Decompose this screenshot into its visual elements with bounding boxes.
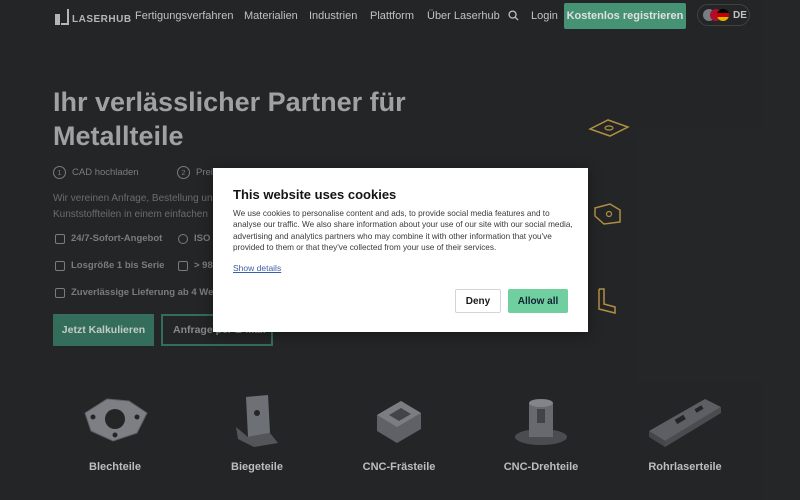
- sheet-metal-part-icon: [84, 398, 148, 442]
- feature-quote: > 98: [178, 260, 213, 271]
- laserhub-logo[interactable]: LASERHUB: [55, 8, 132, 25]
- cookie-dialog-body: We use cookies to personalise content an…: [233, 209, 573, 253]
- step-label: Prei: [196, 167, 213, 178]
- deny-button[interactable]: Deny: [455, 289, 501, 313]
- product-rohrlaserteile[interactable]: [620, 393, 750, 449]
- product-biegeteile[interactable]: [192, 393, 322, 449]
- floating-bracket-icon: [594, 203, 621, 225]
- certificate-icon: [178, 233, 188, 244]
- step-cad-upload: 1 CAD hochladen: [53, 166, 139, 179]
- feature-label: Zuverlässige Lieferung ab 4 We: [71, 287, 214, 298]
- allow-all-button[interactable]: Allow all: [508, 289, 568, 313]
- login-link[interactable]: Login: [531, 10, 558, 22]
- feature-label: > 98: [194, 260, 213, 271]
- step-label: CAD hochladen: [72, 167, 139, 178]
- nav-plattform[interactable]: Plattform: [370, 10, 414, 22]
- product-label-cnc-fraesteile[interactable]: CNC-Frästeile: [334, 461, 464, 473]
- feature-label: 24/7-Sofort-Angebot: [71, 233, 163, 244]
- truck-icon: [55, 287, 65, 298]
- feature-losgroesse: Losgröße 1 bis Serie: [55, 260, 164, 271]
- cookie-dialog-title: This website uses cookies: [233, 187, 397, 202]
- nav-industrien[interactable]: Industrien: [309, 10, 357, 22]
- boxes-icon: [55, 260, 65, 271]
- milled-part-icon: [377, 401, 421, 443]
- flags-icon: [703, 9, 729, 21]
- feature-lieferung: Zuverlässige Lieferung ab 4 We: [55, 287, 213, 298]
- tube-laser-part-icon: [649, 399, 721, 447]
- step-number: 1: [53, 166, 66, 179]
- calculate-button[interactable]: Jetzt Kalkulieren: [53, 314, 154, 346]
- hero-description: Wir vereinen Anfrage, Bestellung un Kuns…: [53, 191, 223, 223]
- product-label-rohrlaserteile[interactable]: Rohrlaserteile: [620, 461, 750, 473]
- language-selector[interactable]: DE: [697, 4, 750, 26]
- product-label-biegeteile[interactable]: Biegeteile: [192, 461, 322, 473]
- nav-materialien[interactable]: Materialien: [244, 10, 298, 22]
- hero-title: Ihr verlässlicher Partner für Metallteil…: [53, 87, 406, 151]
- logo-text: LASERHUB: [72, 14, 132, 25]
- bent-part-icon: [236, 395, 278, 447]
- feature-label: Losgröße 1 bis Serie: [71, 260, 165, 271]
- show-details-link[interactable]: Show details: [233, 263, 281, 273]
- product-blechteile[interactable]: [50, 393, 180, 445]
- product-label-blechteile[interactable]: Blechteile: [50, 461, 180, 473]
- floating-angle-icon: [598, 288, 616, 314]
- step-number: 2: [177, 166, 190, 179]
- product-cnc-fraesteile[interactable]: [334, 393, 464, 449]
- feature-label: ISO: [194, 233, 211, 244]
- lightning-icon: [55, 233, 65, 244]
- site-header: LASERHUB Fertigungsverfahren Materialien…: [0, 0, 800, 34]
- description-line: Kunststoffteilen in einem einfachen: [53, 209, 208, 220]
- turned-part-icon: [515, 399, 567, 445]
- nav-fertigungsverfahren[interactable]: Fertigungsverfahren: [135, 10, 233, 22]
- step-price: 2 Prei: [177, 166, 213, 179]
- logo-icon: [55, 8, 69, 25]
- feature-sofort-angebot: 24/7-Sofort-Angebot: [55, 233, 162, 244]
- floating-plate-icon: [588, 119, 630, 137]
- search-icon[interactable]: [508, 10, 519, 21]
- product-label-cnc-drehteile[interactable]: CNC-Drehteile: [476, 461, 606, 473]
- language-label: DE: [733, 9, 747, 21]
- description-line: Wir vereinen Anfrage, Bestellung un: [53, 193, 213, 204]
- product-cnc-drehteile[interactable]: [476, 393, 606, 449]
- register-button[interactable]: Kostenlos registrieren: [564, 3, 686, 29]
- nav-ueber-laserhub[interactable]: Über Laserhub: [427, 10, 500, 22]
- calendar-icon: [178, 260, 188, 271]
- feature-iso: ISO: [178, 233, 210, 244]
